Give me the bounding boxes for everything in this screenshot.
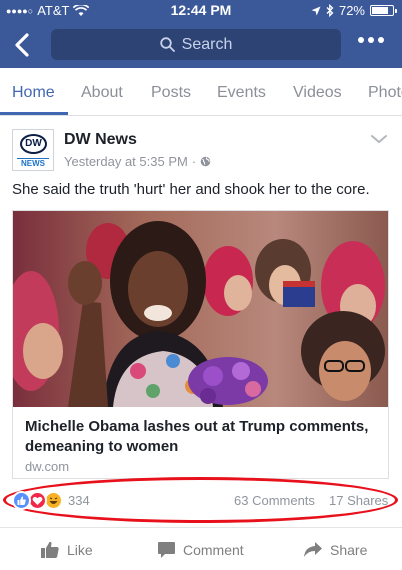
comment-count-link[interactable]: 63 Comments [234,493,315,508]
like-label: Like [67,541,93,558]
location-arrow-icon [311,6,321,15]
search-icon [159,37,175,52]
more-dot [358,37,364,43]
share-label: Share [330,541,368,558]
chevron-left-icon [15,33,29,57]
dw-logo: DW [20,134,47,154]
chevron-down-icon[interactable] [370,133,388,145]
reaction-count: 334 [68,493,90,508]
comment-button[interactable]: Comment [157,528,244,570]
comment-label: Comment [183,541,244,558]
share-arrow-icon [304,542,322,557]
link-domain: dw.com [25,459,70,474]
reactions-summary[interactable]: 334 63 Comments 17 Shares [0,487,402,515]
more-dot [378,37,384,43]
tab-home[interactable]: Home [12,84,55,102]
nav-row: Search [0,26,402,64]
tab-posts[interactable]: Posts [151,84,191,102]
tab-events[interactable]: Events [217,84,266,102]
separator-dot: · [191,154,197,169]
active-tab-indicator [0,112,68,115]
status-right: 72% [311,3,397,18]
feed-post: DW NEWS DW News Yesterday at 5:35 PM · S… [0,117,402,570]
news-badge: NEWS [17,158,49,168]
post-message: She said the truth 'hurt' her and shook … [12,181,370,198]
link-preview-card[interactable]: Michelle Obama lashes out at Trump comme… [12,210,389,479]
top-navigation-bar: ●●●●○ AT&T 12:44 PM 72% Search [0,0,402,68]
share-count-link[interactable]: 17 Shares [329,493,388,508]
post-time-text: Yesterday at 5:35 PM [64,154,188,169]
article-photo [13,211,388,407]
post-timestamp[interactable]: Yesterday at 5:35 PM · [64,154,211,169]
search-input[interactable]: Search [51,29,341,60]
more-dot [368,37,374,43]
tab-about[interactable]: About [81,84,123,102]
tab-photos[interactable]: Photos [368,84,402,102]
page-tabs: Home About Posts Events Videos Photos [0,68,402,116]
page-name-link[interactable]: DW News [64,131,137,149]
page-avatar[interactable]: DW NEWS [12,129,54,171]
status-bar: ●●●●○ AT&T 12:44 PM 72% [0,0,402,22]
link-title: Michelle Obama lashes out at Trump comme… [25,418,369,455]
battery-icon [370,5,397,16]
globe-icon [200,156,211,167]
comment-bubble-icon [158,541,175,558]
back-button[interactable] [10,30,36,60]
like-button[interactable]: Like [40,528,93,570]
bluetooth-icon [326,4,334,17]
tab-videos[interactable]: Videos [293,84,342,102]
search-placeholder: Search [181,35,233,53]
more-options-button[interactable] [358,37,384,43]
like-reaction-icon [12,491,31,510]
link-preview-image [13,211,388,407]
reaction-icons [12,491,64,511]
post-action-bar: Like Comment Share [0,527,402,570]
thumbs-up-icon [41,541,59,558]
battery-percentage: 72% [338,3,365,18]
share-button[interactable]: Share [303,528,367,570]
